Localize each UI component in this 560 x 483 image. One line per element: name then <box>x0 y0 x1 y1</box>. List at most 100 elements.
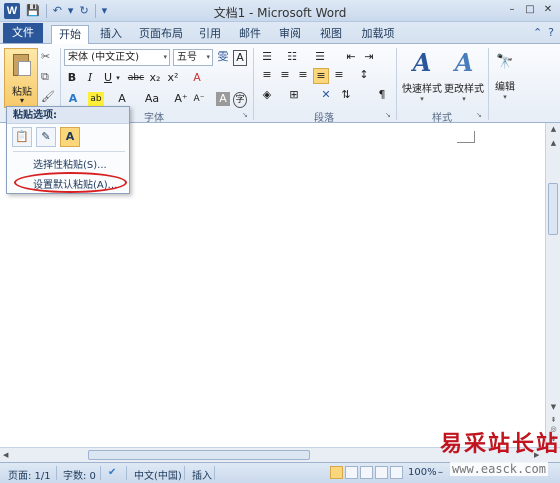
insert-mode-indicator[interactable]: 插入 <box>192 467 212 482</box>
font-dialog-launcher-icon[interactable]: ↘ <box>242 111 250 119</box>
increase-indent-icon[interactable]: ⇥ <box>362 50 376 64</box>
italic-button[interactable]: I <box>84 71 96 85</box>
align-right-icon[interactable]: ≡ <box>295 68 311 82</box>
align-left-icon[interactable]: ≡ <box>259 68 275 82</box>
tab-page-layout[interactable]: 页面布局 <box>136 25 186 44</box>
shrink-font-icon[interactable]: A⁻ <box>192 92 206 106</box>
window-title: 文档1 - Microsoft Word <box>213 6 347 20</box>
tab-review[interactable]: 审阅 <box>274 25 306 44</box>
chevron-down-icon[interactable]: ▾ <box>163 50 167 65</box>
bold-button[interactable]: B <box>66 71 78 85</box>
font-size-combobox[interactable]: 五号 ▾ <box>173 49 213 66</box>
status-separator <box>56 466 57 480</box>
strikethrough-button[interactable]: abc <box>126 71 146 85</box>
horizontal-scroll-thumb[interactable] <box>88 450 310 460</box>
paste-special-item[interactable]: 选择性粘贴(S)... <box>33 156 107 171</box>
scroll-up-icon[interactable]: ▲ <box>546 139 560 147</box>
tab-home[interactable]: 开始 <box>51 25 89 44</box>
styles-dialog-launcher-icon[interactable]: ↘ <box>476 111 484 119</box>
clear-formatting-icon[interactable]: A <box>190 71 204 85</box>
keep-text-only-icon[interactable]: A <box>60 127 80 147</box>
distributed-icon[interactable]: ≡ <box>331 68 347 82</box>
outline-view-icon[interactable] <box>375 466 388 479</box>
paragraph-dialog-launcher-icon[interactable]: ↘ <box>385 111 393 119</box>
ruler-toggle-icon[interactable]: ▲ <box>546 125 560 133</box>
decrease-indent-icon[interactable]: ⇤ <box>344 50 358 64</box>
paste-dropdown-icon[interactable]: ▾ <box>5 96 39 105</box>
character-border-icon[interactable]: A <box>233 50 247 66</box>
draft-view-icon[interactable] <box>390 466 403 479</box>
underline-dropdown-icon[interactable]: ▾ <box>114 71 122 85</box>
editing-button[interactable]: 🔭 编辑 ▾ <box>491 48 519 108</box>
language-indicator[interactable]: 中文(中国) <box>134 467 182 482</box>
previous-page-icon[interactable]: ⇞ <box>546 416 560 424</box>
clipboard-tools: ✂ ⧉ 🖌 <box>41 50 55 104</box>
group-separator <box>488 48 489 120</box>
change-case-icon[interactable]: Aa <box>142 92 162 106</box>
group-separator <box>253 48 254 120</box>
paste-options-header: 粘贴选项: <box>7 107 129 124</box>
scroll-down-icon[interactable]: ▼ <box>546 403 560 411</box>
merge-format-icon[interactable]: ✎ <box>36 127 56 147</box>
tab-add-ins[interactable]: 加载项 <box>356 25 400 44</box>
phonetic-guide-icon[interactable]: 雯 <box>216 50 230 64</box>
borders-icon[interactable]: ⊞ <box>286 88 302 102</box>
quick-styles-button[interactable]: A 快速样式 ▾ <box>400 48 444 108</box>
vertical-scroll-thumb[interactable] <box>548 183 558 235</box>
tab-references[interactable]: 引用 <box>194 25 226 44</box>
ribbon-tab-row: 文件 开始 插入 页面布局 引用 邮件 审阅 视图 加载项 ⌃ ? <box>0 22 560 44</box>
page-count[interactable]: 页面: 1/1 <box>8 467 51 482</box>
font-name-combobox[interactable]: 宋体 (中文正文) ▾ <box>64 49 170 66</box>
close-button[interactable]: ✕ <box>540 3 556 17</box>
paste-button[interactable]: 粘贴 ▾ <box>4 48 38 108</box>
chevron-down-icon[interactable]: ▾ <box>206 50 210 65</box>
highlight-annotation-oval <box>14 172 127 193</box>
zoom-level[interactable]: 100% <box>408 467 437 478</box>
underline-button[interactable]: U <box>102 71 114 85</box>
quick-styles-icon: A <box>412 48 432 77</box>
vertical-scrollbar[interactable]: ▲ ▲ ▼ ⇞ ◎ ⇟ <box>545 123 560 447</box>
sort-icon[interactable]: ⇅ <box>339 88 353 102</box>
copy-icon[interactable]: ⧉ <box>41 70 55 84</box>
help-icon[interactable]: ? <box>548 26 554 39</box>
format-painter-icon[interactable]: 🖌 <box>41 90 55 104</box>
cut-icon[interactable]: ✂ <box>41 50 55 64</box>
full-screen-reading-view-icon[interactable] <box>345 466 358 479</box>
change-styles-button[interactable]: A 更改样式 ▾ <box>442 48 486 108</box>
align-center-icon[interactable]: ≡ <box>277 68 293 82</box>
tab-view[interactable]: 视图 <box>314 25 348 44</box>
restore-button[interactable]: □ <box>522 3 538 17</box>
web-layout-view-icon[interactable] <box>360 466 373 479</box>
show-marks-icon[interactable]: ¶ <box>375 88 389 102</box>
zoom-out-icon[interactable]: – <box>438 467 443 478</box>
word-count[interactable]: 字数: 0 <box>63 467 96 482</box>
superscript-button[interactable]: x² <box>166 71 180 85</box>
keep-source-format-icon[interactable]: 📋 <box>12 127 32 147</box>
shading-icon[interactable]: ◈ <box>259 88 275 102</box>
status-separator <box>100 466 101 480</box>
font-name-value: 宋体 (中文正文) <box>68 52 139 63</box>
line-spacing-icon[interactable]: ↕ <box>356 68 372 82</box>
multilevel-list-icon[interactable]: ☰ <box>312 50 328 64</box>
text-effects-icon[interactable]: A <box>66 92 80 106</box>
print-layout-view-icon[interactable] <box>330 466 343 479</box>
justify-icon[interactable]: ≡ <box>313 68 329 84</box>
minimize-ribbon-icon[interactable]: ⌃ <box>533 26 542 39</box>
bullets-icon[interactable]: ☰ <box>259 50 275 64</box>
tab-insert[interactable]: 插入 <box>94 25 128 44</box>
numbering-icon[interactable]: ☷ <box>284 50 300 64</box>
highlight-icon[interactable]: ab <box>88 92 104 106</box>
quick-styles-label: 快速样式 <box>402 84 442 95</box>
scroll-left-icon[interactable]: ◀ <box>3 448 8 463</box>
chinese-layout-icon[interactable]: ✕ <box>319 88 333 102</box>
status-separator <box>214 466 215 480</box>
tab-mailings[interactable]: 邮件 <box>234 25 266 44</box>
enclose-characters-icon[interactable]: 字 <box>233 92 247 108</box>
editing-label: 编辑 <box>495 82 515 93</box>
minimize-button[interactable]: – <box>504 3 520 17</box>
tab-file[interactable]: 文件 <box>3 23 43 43</box>
subscript-button[interactable]: x₂ <box>148 71 162 85</box>
grow-font-icon[interactable]: A⁺ <box>174 92 188 106</box>
proofing-icon[interactable]: ✔ <box>108 467 116 478</box>
character-shading-icon[interactable]: A <box>216 92 230 106</box>
